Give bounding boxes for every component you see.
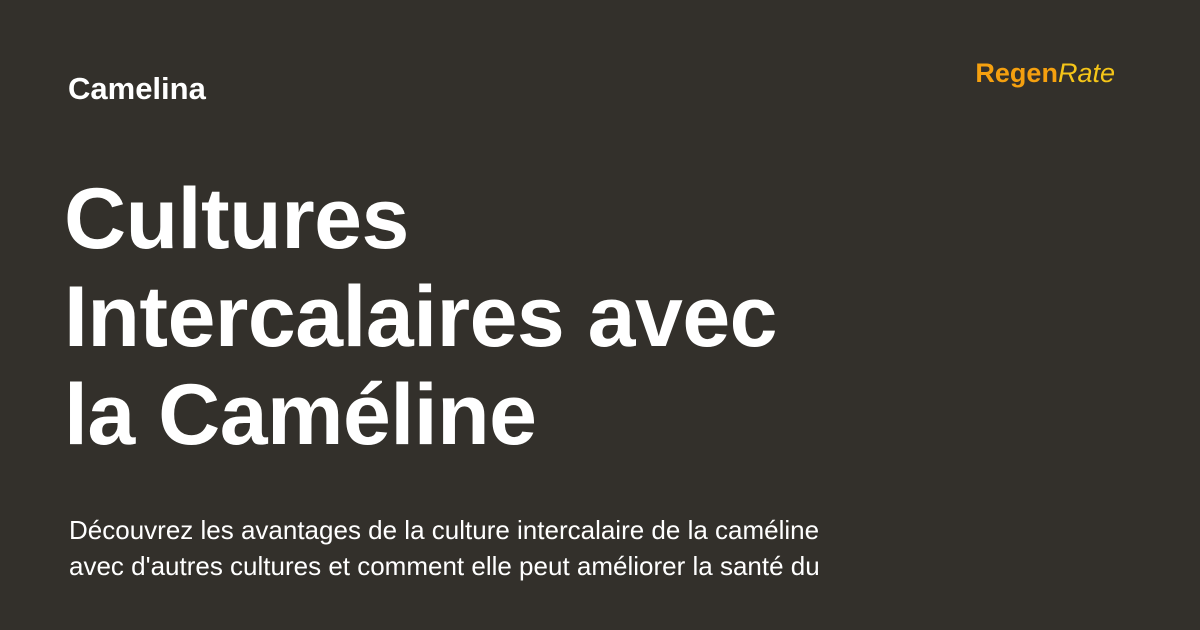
page-description: Découvrez les avantages de la culture in… [69,512,929,584]
page-title: Cultures Intercalaires avec la Caméline [64,170,824,464]
logo-regen-text: Regen [975,58,1058,88]
description-line-2: avec d'autres cultures et comment elle p… [69,551,820,581]
description-line-1: Découvrez les avantages de la culture in… [69,515,820,545]
og-image-card: Camelina RegenRate Cultures Intercalaire… [0,0,1200,630]
logo-rate-text: Rate [1057,58,1115,88]
regenrate-logo[interactable]: RegenRate [975,56,1115,90]
title-line-2: Intercalaires avec [64,269,777,365]
title-line-1: Cultures [64,171,409,267]
title-line-3: la Caméline [64,367,537,463]
category-label: Camelina [68,71,206,106]
